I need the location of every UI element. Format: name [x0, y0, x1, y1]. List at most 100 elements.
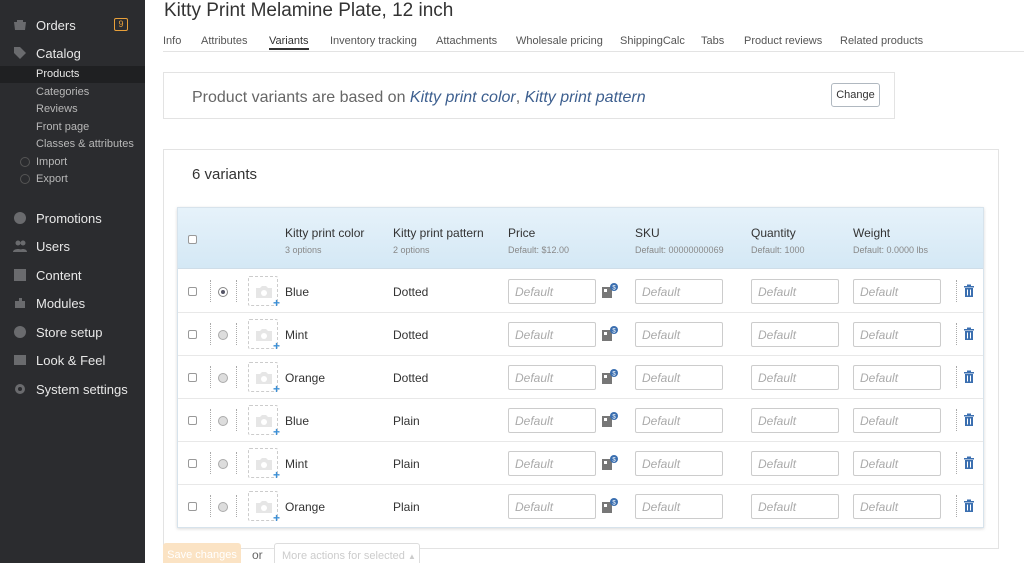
- default-variant-radio[interactable]: [218, 287, 228, 297]
- sku-input[interactable]: [635, 365, 723, 390]
- tab-attributes[interactable]: Attributes: [201, 35, 247, 47]
- tab-attachments[interactable]: Attachments: [436, 35, 497, 47]
- drag-handle[interactable]: [210, 280, 212, 302]
- weight-input[interactable]: [853, 279, 941, 304]
- quantity-input[interactable]: [751, 322, 839, 347]
- row-checkbox[interactable]: [188, 287, 197, 296]
- sidebar-subitem-products[interactable]: Products: [0, 66, 145, 83]
- drag-handle[interactable]: [210, 409, 212, 431]
- price-input[interactable]: [508, 279, 596, 304]
- sidebar-item-promotions[interactable]: Promotions: [0, 205, 145, 231]
- row-checkbox[interactable]: [188, 416, 197, 425]
- price-input[interactable]: [508, 365, 596, 390]
- weight-input[interactable]: [853, 494, 941, 519]
- drag-handle[interactable]: [210, 323, 212, 345]
- trash-icon[interactable]: [963, 327, 975, 340]
- drag-handle[interactable]: [210, 452, 212, 474]
- more-actions-dropdown[interactable]: More actions for selected ▲: [274, 543, 420, 563]
- sidebar-subitem-reviews[interactable]: Reviews: [0, 101, 145, 118]
- default-variant-radio[interactable]: [218, 416, 228, 426]
- sku-input[interactable]: [635, 451, 723, 476]
- drag-handle[interactable]: [210, 495, 212, 517]
- weight-input[interactable]: [853, 408, 941, 433]
- default-variant-radio[interactable]: [218, 502, 228, 512]
- sidebar-item-content[interactable]: Content: [0, 262, 145, 288]
- weight-input[interactable]: [853, 451, 941, 476]
- row-checkbox[interactable]: [188, 502, 197, 511]
- variant-image-upload[interactable]: +: [248, 276, 280, 310]
- wholesale-pricing-icon[interactable]: $: [601, 455, 619, 471]
- trash-icon[interactable]: [963, 413, 975, 426]
- default-variant-radio[interactable]: [218, 330, 228, 340]
- sidebar-item-catalog[interactable]: Catalog: [0, 40, 145, 66]
- variant-color: Blue: [285, 285, 310, 299]
- sku-input[interactable]: [635, 494, 723, 519]
- price-input[interactable]: [508, 408, 596, 433]
- row-checkbox[interactable]: [188, 373, 197, 382]
- quantity-input[interactable]: [751, 365, 839, 390]
- row-checkbox[interactable]: [188, 459, 197, 468]
- row-checkbox[interactable]: [188, 330, 197, 339]
- sku-input[interactable]: [635, 279, 723, 304]
- wholesale-pricing-icon[interactable]: $: [601, 412, 619, 428]
- sidebar-subitem-label: Import: [36, 156, 68, 168]
- trash-icon[interactable]: [963, 499, 975, 512]
- trash-icon[interactable]: [963, 456, 975, 469]
- tab-related-products[interactable]: Related products: [840, 35, 923, 47]
- sidebar-item-modules[interactable]: Modules: [0, 290, 145, 316]
- weight-input[interactable]: [853, 365, 941, 390]
- variant-image-upload[interactable]: +: [248, 319, 280, 353]
- sidebar-item-store-setup[interactable]: Store setup: [0, 319, 145, 345]
- based-on-attr-pattern[interactable]: Kitty print pattern: [525, 89, 646, 106]
- tab-inventory-tracking[interactable]: Inventory tracking: [330, 35, 417, 47]
- save-changes-button[interactable]: Save changes: [163, 543, 241, 563]
- price-input[interactable]: [508, 494, 596, 519]
- wholesale-pricing-icon[interactable]: $: [601, 498, 619, 514]
- sku-input[interactable]: [635, 322, 723, 347]
- sidebar-subitem-classes-attributes[interactable]: Classes & attributes: [0, 136, 145, 153]
- column-header-pattern[interactable]: Kitty print pattern: [393, 226, 484, 240]
- sidebar-item-system-settings[interactable]: System settings: [0, 376, 145, 402]
- change-button[interactable]: Change: [831, 83, 880, 107]
- tab-variants[interactable]: Variants: [269, 35, 309, 50]
- variant-image-upload[interactable]: +: [248, 448, 280, 482]
- weight-input[interactable]: [853, 322, 941, 347]
- sidebar-subitem-categories[interactable]: Categories: [0, 84, 145, 101]
- tab-tabs[interactable]: Tabs: [701, 35, 724, 47]
- wholesale-pricing-icon[interactable]: $: [601, 283, 619, 299]
- sidebar-item-orders[interactable]: Orders 9: [0, 12, 145, 38]
- wholesale-pricing-icon[interactable]: $: [601, 369, 619, 385]
- wholesale-pricing-icon[interactable]: $: [601, 326, 619, 342]
- price-input[interactable]: [508, 322, 596, 347]
- tab-wholesale-pricing[interactable]: Wholesale pricing: [516, 35, 603, 47]
- sidebar-item-users[interactable]: Users: [0, 233, 145, 259]
- column-header-color[interactable]: Kitty print color: [285, 226, 364, 240]
- based-on-separator: ,: [515, 89, 521, 106]
- quantity-input[interactable]: [751, 279, 839, 304]
- price-input[interactable]: [508, 451, 596, 476]
- variant-image-upload[interactable]: +: [248, 405, 280, 439]
- tab-product-reviews[interactable]: Product reviews: [744, 35, 822, 47]
- drag-handle[interactable]: [210, 366, 212, 388]
- quantity-input[interactable]: [751, 408, 839, 433]
- trash-icon[interactable]: [963, 284, 975, 297]
- sidebar-subitem-export[interactable]: Export: [0, 171, 145, 188]
- trash-icon[interactable]: [963, 370, 975, 383]
- tab-shippingcalc[interactable]: ShippingCalc: [620, 35, 685, 47]
- sku-input[interactable]: [635, 408, 723, 433]
- sidebar-item-look-feel[interactable]: Look & Feel: [0, 347, 145, 373]
- sidebar-subitem-front-page[interactable]: Front page: [0, 119, 145, 136]
- quantity-input[interactable]: [751, 494, 839, 519]
- select-all-checkbox[interactable]: [188, 235, 197, 244]
- default-variant-radio[interactable]: [218, 373, 228, 383]
- row-divider: [236, 280, 238, 302]
- default-variant-radio[interactable]: [218, 459, 228, 469]
- sidebar-subitem-import[interactable]: Import: [0, 154, 145, 171]
- based-on-attr-color[interactable]: Kitty print color: [410, 89, 516, 106]
- add-image-icon: +: [272, 425, 280, 439]
- variant-image-upload[interactable]: +: [248, 491, 280, 525]
- row-divider: [236, 452, 238, 474]
- variant-image-upload[interactable]: +: [248, 362, 280, 396]
- quantity-input[interactable]: [751, 451, 839, 476]
- tab-info[interactable]: Info: [163, 35, 181, 47]
